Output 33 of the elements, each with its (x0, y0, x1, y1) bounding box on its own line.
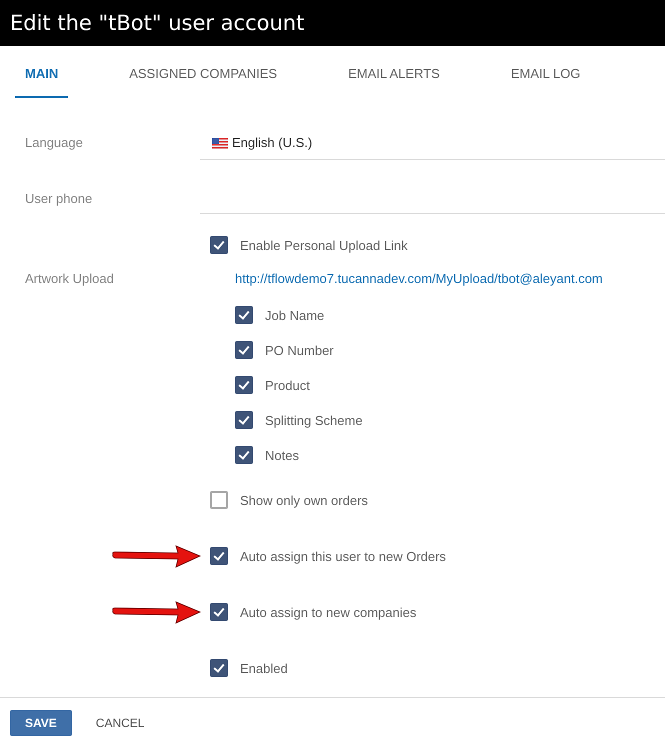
field-label: Artwork Upload (24, 270, 115, 288)
tab[interactable]: MAIN (15, 46, 68, 98)
checkbox-label: Enabled (240, 660, 288, 676)
flag-icon (212, 138, 228, 148)
checkbox[interactable] (235, 341, 253, 359)
tab[interactable]: EMAIL LOG (500, 46, 590, 98)
checkbox-label: Product (265, 378, 310, 392)
field-label: Language (24, 134, 84, 152)
tab[interactable]: EMAIL ALERTS (338, 46, 450, 98)
checkbox-label: Auto assign this user to new Orders (240, 548, 446, 564)
field-label: User phone (24, 190, 94, 208)
cancel-button[interactable]: CANCEL (82, 710, 158, 736)
checkbox[interactable] (210, 236, 228, 254)
checkbox-label: Notes (265, 448, 299, 462)
checkbox[interactable] (235, 446, 253, 464)
checkbox-label: Splitting Scheme (265, 412, 363, 428)
checkbox[interactable] (235, 376, 253, 394)
checkbox-label: Job Name (265, 308, 324, 322)
language-select[interactable]: English (U.S.) (200, 98, 665, 160)
checkbox-label: Auto assign to new companies (240, 604, 416, 620)
tab[interactable]: ASSIGNED COMPANIES (119, 46, 288, 98)
checkbox[interactable] (210, 547, 228, 565)
checkbox-label: Enable Personal Upload Link (240, 238, 408, 252)
checkbox[interactable] (235, 306, 253, 324)
save-button[interactable]: SAVE (10, 710, 72, 736)
checkbox-label: Show only own orders (240, 492, 368, 508)
checkbox[interactable] (210, 659, 228, 677)
window-title: Edit the "tBot" user account (10, 11, 304, 35)
checkbox[interactable] (210, 603, 228, 621)
checkbox[interactable] (210, 491, 228, 509)
upload-link[interactable]: http://tflowdemo7.tucannadev.com/MyUpload/tbot@aleyant.com (235, 269, 603, 289)
checkbox-label: PO Number (265, 342, 334, 358)
checkbox[interactable] (235, 411, 253, 429)
